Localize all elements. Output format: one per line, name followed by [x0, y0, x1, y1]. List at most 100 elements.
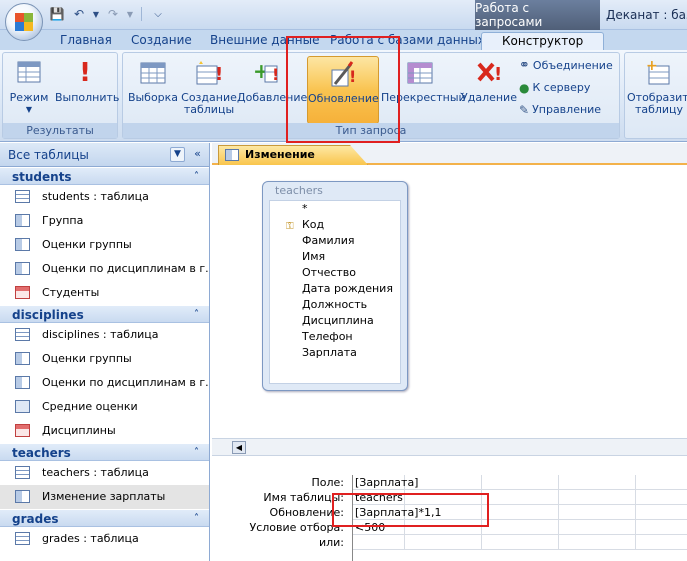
nav-group-header-disciplines[interactable]: disciplines ˄: [0, 305, 209, 323]
tab-create[interactable]: Создание: [131, 32, 192, 50]
grid-cell[interactable]: [Зарплата]: [353, 475, 418, 490]
nav-item[interactable]: Группа: [0, 209, 209, 233]
field-item[interactable]: Фамилия: [270, 233, 400, 249]
field-name: Дисциплина: [302, 314, 374, 327]
show-table-button[interactable]: + Отобразить таблицу: [627, 56, 687, 122]
undo-dropdown-icon[interactable]: ▼: [92, 5, 100, 23]
field-name: Должность: [302, 298, 368, 311]
nav-item[interactable]: grades : таблица: [0, 527, 209, 551]
svg-text:!: !: [215, 64, 223, 85]
grid-cell[interactable]: [482, 505, 559, 520]
redo-dropdown-icon[interactable]: ▼: [126, 5, 134, 23]
tab-home[interactable]: Главная: [60, 32, 112, 50]
show-table-icon: +: [644, 58, 674, 88]
grid-cell[interactable]: [559, 505, 636, 520]
nav-item[interactable]: Средние оценки: [0, 395, 209, 419]
make-table-query-button[interactable]: ! Создание таблицы: [181, 56, 237, 122]
nav-item-label: Изменение зарплаты: [42, 490, 166, 503]
nav-item-label: teachers : таблица: [42, 466, 149, 479]
nav-item[interactable]: Оценки по дисциплинам в г...: [0, 371, 209, 395]
form-icon: [15, 424, 30, 437]
field-item[interactable]: Отчество: [270, 265, 400, 281]
grid-cell[interactable]: [482, 490, 559, 505]
chevron-up-icon[interactable]: ˄: [194, 510, 199, 528]
customize-qat-icon[interactable]: ⌵: [149, 5, 167, 23]
collapse-pane-icon[interactable]: «: [190, 147, 205, 162]
run-button[interactable]: ! Выполнить: [55, 56, 119, 122]
nav-item-label: Оценки по дисциплинам в г...: [42, 262, 209, 275]
nav-group-header-teachers[interactable]: teachers ˄: [0, 443, 209, 461]
chevron-up-icon[interactable]: ˄: [194, 168, 199, 186]
office-button[interactable]: [5, 3, 43, 41]
grid-cell[interactable]: [353, 535, 405, 550]
field-item[interactable]: Должность: [270, 297, 400, 313]
nav-menu-chevron-icon[interactable]: ▼: [170, 147, 185, 162]
horizontal-scrollbar[interactable]: ◀: [212, 438, 687, 456]
grid-cell[interactable]: [405, 475, 482, 490]
grid-cell[interactable]: [482, 535, 559, 550]
nav-item[interactable]: Оценки группы: [0, 233, 209, 257]
field-item[interactable]: ⚿ Код: [270, 217, 400, 233]
field-name: Имя: [302, 250, 326, 263]
nav-group-header-students[interactable]: students ˄: [0, 167, 209, 185]
grid-cell[interactable]: [559, 475, 636, 490]
navigation-pane: Все таблицы ▼ « students ˄ students : табл…: [0, 143, 210, 561]
nav-item[interactable]: Оценки по дисциплинам в г...: [0, 257, 209, 281]
nav-item[interactable]: Изменение зарплаты: [0, 485, 209, 509]
nav-group-header-grades[interactable]: grades ˄: [0, 509, 209, 527]
field-item[interactable]: Дата рождения: [270, 281, 400, 297]
table-field-list[interactable]: teachers * ⚿ Код Фамилия Имя Отчество Дата рож…: [262, 181, 408, 391]
globe-icon: ●: [519, 81, 530, 95]
document-tab[interactable]: Изменение зарплаты: [218, 145, 368, 165]
field-item[interactable]: Телефон: [270, 329, 400, 345]
nav-item-label: grades : таблица: [42, 532, 139, 545]
passthrough-query-button[interactable]: ● К серверу: [519, 79, 590, 97]
grid-cell[interactable]: [559, 490, 636, 505]
table-icon: [15, 532, 30, 545]
grid-cell[interactable]: [482, 520, 559, 535]
svg-text:!: !: [494, 64, 502, 85]
nav-item[interactable]: teachers : таблица: [0, 461, 209, 485]
field-item[interactable]: Дисциплина: [270, 313, 400, 329]
chevron-up-icon[interactable]: ˄: [194, 444, 199, 462]
grid-cell[interactable]: [482, 475, 559, 490]
scroll-left-icon[interactable]: ◀: [232, 441, 246, 454]
view-mode-button[interactable]: Режим ▼: [5, 56, 53, 122]
crosstab-icon: [405, 58, 435, 88]
nav-item-label: Студенты: [42, 286, 100, 299]
nav-item[interactable]: Оценки группы: [0, 347, 209, 371]
field-name: Отчество: [302, 266, 357, 279]
field-name: Телефон: [302, 330, 353, 343]
redo-icon[interactable]: ↷: [104, 5, 122, 23]
query-setup-group: + Отобразить таблицу: [624, 52, 687, 139]
query-icon: [15, 352, 30, 365]
field-item[interactable]: Зарплата: [270, 345, 400, 361]
grid-cell[interactable]: [559, 535, 636, 550]
nav-item[interactable]: Дисциплины: [0, 419, 209, 443]
nav-item[interactable]: disciplines : таблица: [0, 323, 209, 347]
select-query-button[interactable]: Выборка: [125, 56, 181, 122]
nav-item[interactable]: Студенты: [0, 281, 209, 305]
union-query-button[interactable]: ⚭ Объединение: [519, 57, 613, 75]
field-name: Дата рождения: [302, 282, 393, 295]
grid-cell[interactable]: [405, 535, 482, 550]
grid-cell[interactable]: [559, 520, 636, 535]
grid-row-label: Обновление:: [269, 506, 344, 519]
chevron-up-icon[interactable]: ˄: [194, 306, 199, 324]
field-item[interactable]: *: [270, 201, 400, 217]
nav-pane-header[interactable]: Все таблицы ▼ «: [0, 143, 209, 167]
tab-design[interactable]: Конструктор: [481, 32, 605, 50]
nav-item-label: Дисциплины: [42, 424, 116, 437]
delete-x-icon: !: [474, 58, 504, 88]
grid-row-labels: Поле: Имя таблицы: Обновление: Условие отбо…: [212, 475, 352, 550]
delete-query-button[interactable]: ! Удаление: [461, 56, 517, 122]
table-icon: [15, 328, 30, 341]
undo-icon[interactable]: ↶: [70, 5, 88, 23]
grid-row-label: или:: [318, 536, 344, 549]
save-icon[interactable]: 💾: [48, 5, 66, 23]
field-item[interactable]: Имя: [270, 249, 400, 265]
select-query-icon: [138, 58, 168, 88]
nav-item[interactable]: students : таблица: [0, 185, 209, 209]
data-definition-query-button[interactable]: ✎ Управление: [519, 101, 601, 119]
table-icon: [15, 466, 30, 479]
